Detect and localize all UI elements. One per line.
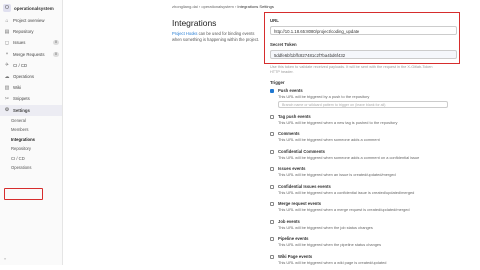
sidebar-item-snippets[interactable]: ✂ Snippets (0, 93, 62, 104)
sidebar-item-settings[interactable]: ⚙ Settings (0, 104, 62, 116)
trigger-item: Issues events This URL will be triggered … (270, 166, 470, 182)
trigger-checkbox[interactable] (270, 202, 274, 206)
settings-sub-repository[interactable]: Repository (0, 144, 62, 154)
sidebar-item-label: Settings (13, 107, 30, 113)
trigger-checkbox[interactable] (270, 167, 274, 171)
sidebar-item-operations[interactable]: ☁ Operations (0, 71, 62, 82)
sidebar-item-merge-requests[interactable]: ⑂ Merge Requests 0 (0, 49, 62, 60)
settings-sub-operations[interactable]: Operations (0, 163, 62, 173)
sidebar-item-label: CI / CD (13, 62, 28, 68)
trigger-checkbox[interactable] (270, 114, 274, 119)
count-badge: 0 (53, 51, 59, 57)
trigger-checkbox[interactable] (270, 237, 274, 241)
collapse-sidebar-button[interactable]: « (4, 256, 6, 261)
trigger-checkbox[interactable] (270, 132, 274, 136)
book-icon: ▥ (4, 84, 10, 91)
count-badge: 0 (53, 40, 59, 46)
page-description: Project Hooks can be used for binding ev… (172, 31, 264, 42)
breadcrumb-project[interactable]: operationalsystem (201, 4, 233, 9)
trigger-checkbox[interactable] (270, 89, 274, 93)
trigger-description: This URL will be triggered when a merge … (278, 207, 410, 212)
sidebar-item-ci-cd[interactable]: ✈ CI / CD (0, 60, 62, 71)
trigger-description: This URL will be triggered by a push to … (278, 94, 370, 99)
sidebar-item-project-overview[interactable]: ⌂ Project overview (0, 15, 62, 26)
url-token-highlight-box (264, 12, 460, 64)
sidebar-item-label: Snippets (13, 96, 30, 102)
trigger-item: Confidential Issues events This URL will … (270, 184, 470, 200)
integrations-highlight-box (4, 188, 43, 200)
settings-sub-members[interactable]: Members (0, 125, 62, 135)
trigger-description: This URL will be triggered when someone … (278, 154, 420, 160)
sidebar-item-issues[interactable]: ◻ Issues 0 (0, 37, 62, 48)
trigger-item: Merge request events This URL will be tri… (270, 201, 470, 217)
trigger-item: Push events This URL will be triggered by… (270, 88, 470, 108)
trigger-name: Issues events (278, 166, 306, 171)
trigger-description: This URL will be triggered when the job … (278, 224, 373, 230)
trigger-name: Confidential Comments (278, 148, 325, 154)
sidebar-item-label: Issues (13, 40, 26, 46)
trigger-checkbox[interactable] (270, 149, 274, 154)
branch-filter-input[interactable]: Branch name or wildcard pattern to trigg… (278, 101, 448, 108)
settings-sub-general[interactable]: General (0, 116, 62, 126)
trigger-label: Trigger (270, 80, 285, 85)
sidebar-item-repository[interactable]: ▤ Repository (0, 26, 62, 37)
sidebar-item-wiki[interactable]: ▥ Wiki (0, 82, 62, 93)
trigger-item: Tag push events This URL will be triggere… (270, 114, 470, 130)
sidebar-item-label: Merge Requests (13, 51, 45, 57)
home-icon: ⌂ (5, 17, 9, 24)
page-title: Integrations (172, 18, 217, 28)
trigger-name: Wiki Page events (278, 253, 313, 259)
project-hooks-link[interactable]: Project Hooks (172, 31, 197, 36)
trigger-name: Push events (278, 88, 303, 93)
trigger-description: This URL will be triggered when an issue… (278, 172, 396, 177)
token-hint: Use this token to validate received payl… (270, 65, 433, 69)
breadcrumb-current: Integrations Settings (237, 4, 274, 9)
trigger-name: Confidential Issues events (278, 183, 331, 189)
trigger-description: This URL will be triggered when someone … (278, 137, 380, 142)
trigger-checkbox[interactable] (270, 184, 274, 189)
trigger-item: Job events This URL will be triggered whe… (270, 219, 470, 235)
cloud-icon: ☁ (4, 73, 10, 80)
rocket-icon: ✈ (4, 62, 10, 69)
sidebar-item-label: Repository (13, 29, 34, 35)
trigger-checkbox[interactable] (270, 254, 274, 259)
settings-sub-ci-cd[interactable]: CI / CD (0, 154, 62, 164)
sidebar-item-label: Wiki (13, 85, 22, 91)
trigger-name: Merge request events (278, 201, 322, 206)
issues-icon: ◻ (4, 39, 10, 46)
scissors-icon: ✂ (4, 95, 10, 102)
trigger-description: This URL will be triggered when a new ta… (278, 119, 398, 125)
trigger-description: This URL will be triggered when a wiki p… (278, 259, 387, 265)
trigger-name: Job events (278, 218, 300, 224)
sidebar-item-label: Operations (13, 74, 35, 80)
breadcrumb-user[interactable]: zhongliang.dai (172, 4, 198, 9)
settings-sub-integrations[interactable]: Integrations (0, 135, 62, 145)
trigger-item: Comments This URL will be triggered when … (270, 131, 470, 147)
trigger-name: Pipeline events (278, 236, 309, 241)
project-avatar: O (3, 4, 11, 12)
doc-icon: ▤ (4, 28, 10, 35)
breadcrumb: zhongliang.dai › operationalsystem › Int… (172, 4, 274, 9)
trigger-item: Wiki Page events This URL will be trigger… (270, 254, 470, 270)
trigger-name: Comments (278, 131, 300, 136)
project-header[interactable]: O operationalsystem (0, 0, 62, 15)
trigger-item: Confidential Comments This URL will be tr… (270, 149, 470, 165)
project-name: operationalsystem (14, 5, 54, 11)
merge-icon: ⑂ (5, 51, 9, 58)
gear-icon: ⚙ (4, 107, 10, 114)
sidebar-item-label: Project overview (13, 18, 45, 24)
trigger-name: Tag push events (278, 113, 311, 119)
token-hint-2: HTTP header. (270, 70, 294, 74)
trigger-description: This URL will be triggered when a confid… (278, 189, 415, 195)
trigger-checkbox[interactable] (270, 219, 274, 224)
sidebar: O operationalsystem ⌂ Project overview ▤ Re… (0, 0, 63, 265)
trigger-description: This URL will be triggered when the pipe… (278, 242, 382, 247)
trigger-item: Pipeline events This URL will be triggere… (270, 236, 470, 252)
